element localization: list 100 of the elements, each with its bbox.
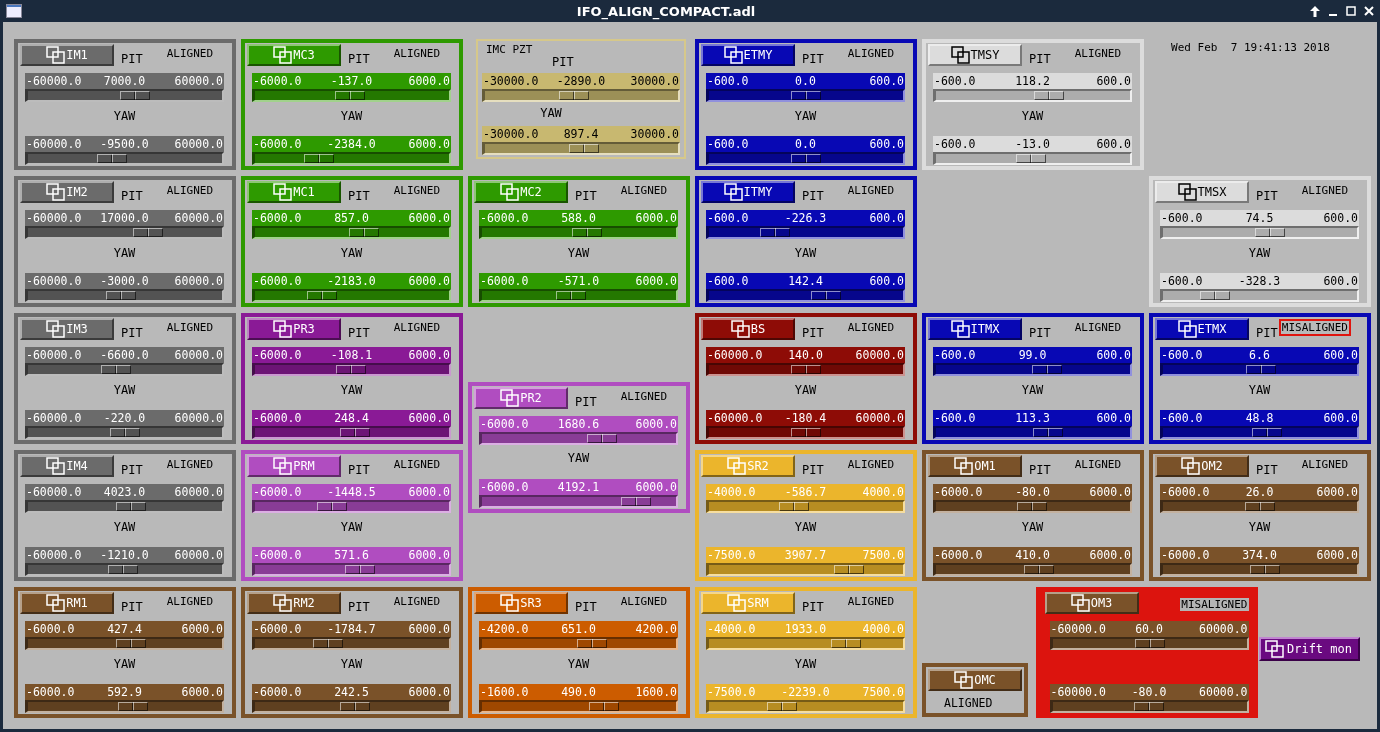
mirror-button[interactable]: MC1 — [247, 181, 341, 203]
slider-track[interactable] — [1049, 700, 1249, 713]
slider-thumb[interactable] — [1016, 154, 1047, 163]
slider-track[interactable] — [25, 426, 224, 439]
maximize-icon[interactable] — [1346, 6, 1356, 16]
slider-thumb[interactable] — [1200, 291, 1231, 300]
slider-thumb[interactable] — [1031, 365, 1062, 374]
slider-thumb[interactable] — [791, 154, 821, 163]
slider-thumb[interactable] — [97, 154, 128, 163]
drift-monitor-button[interactable]: Drift mon — [1258, 636, 1360, 661]
slider-thumb[interactable] — [790, 428, 821, 437]
slider-thumb[interactable] — [760, 228, 790, 237]
mirror-button[interactable]: MC2 — [474, 181, 568, 203]
mirror-button[interactable]: PR2 — [474, 386, 568, 409]
mirror-button[interactable]: MC3 — [247, 44, 341, 66]
mirror-button[interactable]: PR3 — [247, 318, 341, 340]
slider-thumb[interactable] — [100, 365, 131, 374]
slider-thumb[interactable] — [109, 428, 140, 437]
slider-thumb[interactable] — [304, 154, 335, 163]
slider-track[interactable] — [706, 363, 905, 376]
slider-track[interactable] — [933, 363, 1132, 376]
slider-track[interactable] — [252, 152, 451, 165]
slider-track[interactable] — [706, 700, 905, 713]
slider-track[interactable] — [25, 152, 224, 165]
slider-thumb[interactable] — [108, 565, 139, 574]
slider-track[interactable] — [479, 637, 678, 650]
slider-thumb[interactable] — [115, 639, 146, 648]
slider-track[interactable] — [706, 152, 905, 165]
slider-thumb[interactable] — [115, 502, 146, 511]
slider-thumb[interactable] — [766, 702, 797, 711]
slider-thumb[interactable] — [335, 91, 366, 100]
close-icon[interactable] — [1364, 6, 1374, 16]
slider-thumb[interactable] — [119, 91, 150, 100]
slider-track[interactable] — [25, 563, 224, 576]
slider-thumb[interactable] — [1255, 228, 1286, 237]
slider-track[interactable] — [933, 152, 1132, 165]
slider-track[interactable] — [252, 500, 451, 513]
slider-thumb[interactable] — [1245, 365, 1276, 374]
slider-thumb[interactable] — [1245, 502, 1276, 511]
mirror-button[interactable]: IM4 — [20, 455, 114, 477]
window-icon[interactable] — [6, 4, 22, 18]
slider-thumb[interactable] — [791, 91, 821, 100]
slider-track[interactable] — [252, 289, 451, 302]
slider-track[interactable] — [25, 637, 224, 650]
slider-thumb[interactable] — [589, 702, 620, 711]
slider-track[interactable] — [1160, 426, 1359, 439]
slider-track[interactable] — [25, 363, 224, 376]
mirror-button[interactable]: OMC — [928, 669, 1022, 691]
slider-thumb[interactable] — [810, 291, 841, 300]
slider-track[interactable] — [252, 700, 451, 713]
slider-track[interactable] — [1049, 637, 1249, 650]
slider-thumb[interactable] — [833, 565, 864, 574]
slider-thumb[interactable] — [1033, 428, 1064, 437]
mirror-button[interactable]: OM1 — [928, 455, 1022, 477]
slider-thumb[interactable] — [133, 228, 164, 237]
slider-track[interactable] — [252, 89, 451, 102]
slider-thumb[interactable] — [1016, 502, 1047, 511]
up-arrow-icon[interactable] — [1310, 5, 1320, 17]
mirror-button[interactable]: IM1 — [20, 44, 114, 66]
slider-track[interactable] — [25, 89, 224, 102]
mirror-button[interactable]: IM3 — [20, 318, 114, 340]
slider-track[interactable] — [1160, 289, 1359, 302]
slider-thumb[interactable] — [340, 428, 371, 437]
slider-thumb[interactable] — [307, 291, 338, 300]
slider-track[interactable] — [479, 700, 678, 713]
slider-track[interactable] — [252, 363, 451, 376]
slider-thumb[interactable] — [1134, 639, 1165, 648]
slider-track[interactable] — [252, 637, 451, 650]
slider-thumb[interactable] — [830, 639, 861, 648]
slider-thumb[interactable] — [568, 144, 599, 153]
slider-track[interactable] — [252, 426, 451, 439]
mirror-button[interactable]: OM3 — [1044, 592, 1139, 614]
mirror-button[interactable]: PRM — [247, 455, 341, 477]
mirror-button[interactable]: ETMY — [701, 44, 795, 66]
mirror-button[interactable]: IM2 — [20, 181, 114, 203]
mirror-button[interactable]: TMSX — [1155, 181, 1249, 203]
slider-track[interactable] — [252, 563, 451, 576]
slider-track[interactable] — [1160, 226, 1359, 239]
slider-thumb[interactable] — [344, 565, 375, 574]
mirror-button[interactable]: SR3 — [474, 592, 568, 614]
slider-thumb[interactable] — [317, 502, 348, 511]
mirror-button[interactable]: OM2 — [1155, 455, 1249, 477]
slider-thumb[interactable] — [576, 639, 607, 648]
slider-track[interactable] — [1160, 363, 1359, 376]
slider-track[interactable] — [933, 426, 1132, 439]
slider-thumb[interactable] — [312, 639, 343, 648]
slider-thumb[interactable] — [1023, 565, 1054, 574]
slider-track[interactable] — [25, 500, 224, 513]
slider-track[interactable] — [706, 89, 905, 102]
slider-track[interactable] — [706, 426, 905, 439]
slider-track[interactable] — [252, 226, 451, 239]
mirror-button[interactable]: ITMY — [701, 181, 795, 203]
mirror-button[interactable]: TMSY — [928, 44, 1022, 66]
slider-thumb[interactable] — [1251, 428, 1282, 437]
slider-track[interactable] — [482, 142, 680, 155]
slider-thumb[interactable] — [791, 365, 822, 374]
slider-thumb[interactable] — [558, 91, 589, 100]
slider-thumb[interactable] — [335, 365, 366, 374]
slider-track[interactable] — [479, 289, 678, 302]
slider-thumb[interactable] — [118, 702, 149, 711]
